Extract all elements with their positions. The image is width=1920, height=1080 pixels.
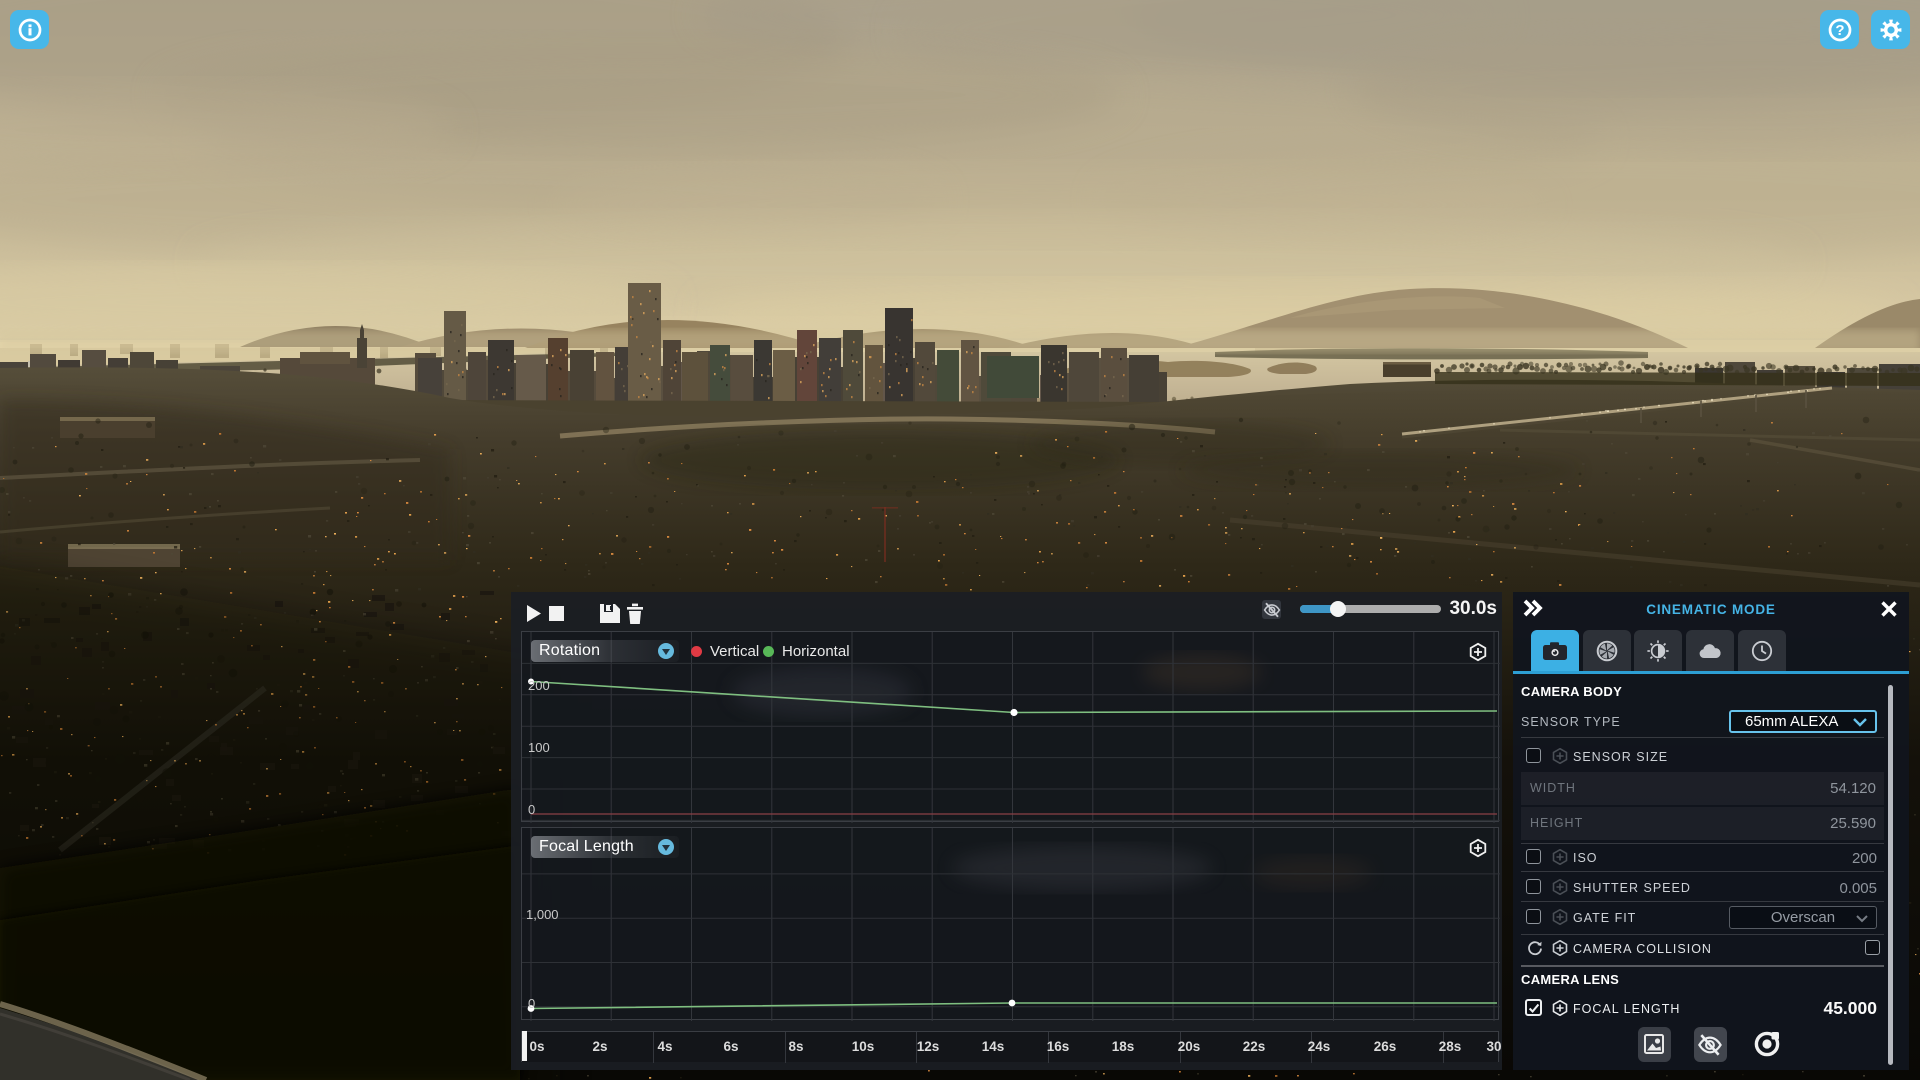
svg-text:?: ? bbox=[1835, 22, 1844, 39]
